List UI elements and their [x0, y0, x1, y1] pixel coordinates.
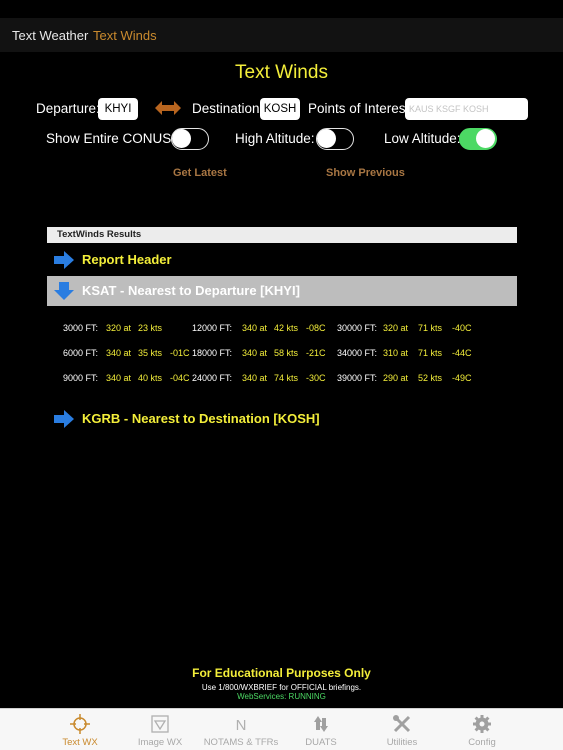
- show-conus-toggle[interactable]: [171, 128, 209, 150]
- show-previous-button[interactable]: Show Previous: [326, 167, 405, 179]
- tab-utilities[interactable]: Utilities: [362, 709, 442, 750]
- report-header-row[interactable]: Report Header: [47, 245, 517, 275]
- tab-label: Config: [468, 737, 496, 748]
- departure-section-label: KSAT - Nearest to Departure [KHYI]: [82, 283, 300, 298]
- wind-direction: 340 at: [106, 373, 132, 383]
- wind-speed: 58 kts: [274, 348, 299, 358]
- wind-altitude: 39000 FT:: [337, 373, 378, 383]
- bottom-tab-bar: Text WX Image WX N NOTAMS & TFRs DUATS U…: [0, 708, 563, 750]
- wind-direction: 320 at: [383, 323, 409, 333]
- high-altitude-toggle[interactable]: [316, 128, 354, 150]
- tab-text-wx[interactable]: Text WX: [40, 709, 120, 750]
- page-title: Text Winds: [235, 62, 328, 83]
- wind-speed: 71 kts: [418, 348, 443, 358]
- tab-duats[interactable]: DUATS: [281, 709, 361, 750]
- wind-temperature: -04C: [170, 373, 190, 383]
- tab-text-winds[interactable]: Text Winds: [93, 28, 157, 43]
- wind-speed: 35 kts: [138, 348, 163, 358]
- top-tab-bar: Text Weather Text Winds: [0, 18, 563, 52]
- wind-direction: 320 at: [106, 323, 132, 333]
- wind-temperature: -21C: [306, 348, 326, 358]
- wind-speed: 71 kts: [418, 323, 443, 333]
- wind-speed: 23 kts: [138, 323, 163, 333]
- wind-direction: 310 at: [383, 348, 409, 358]
- disclaimer-text: Use 1/800/WXBRIEF for OFFICIAL briefings…: [201, 683, 362, 692]
- destination-section-row[interactable]: KGRB - Nearest to Destination [KOSH]: [47, 404, 517, 434]
- wind-altitude: 9000 FT:: [63, 373, 99, 383]
- destination-label: Destination:: [192, 101, 264, 116]
- wind-altitude: 24000 FT:: [192, 373, 233, 383]
- wind-speed: 40 kts: [138, 373, 163, 383]
- wind-direction: 340 at: [242, 348, 268, 358]
- wind-speed: 52 kts: [418, 373, 443, 383]
- poi-input[interactable]: KAUS KSGF KOSH: [405, 98, 528, 120]
- departure-field[interactable]: KHYI: [98, 98, 138, 120]
- swap-arrows-icon[interactable]: [155, 101, 181, 115]
- wind-direction: 340 at: [106, 348, 132, 358]
- wind-altitude: 34000 FT:: [337, 348, 378, 358]
- arrow-right-icon: [54, 251, 74, 269]
- svg-text:N: N: [236, 717, 247, 734]
- wind-temperature: -01C: [170, 348, 190, 358]
- departure-label: Departure:: [36, 101, 100, 116]
- gear-icon: [473, 715, 491, 733]
- wind-altitude: 3000 FT:: [63, 323, 99, 333]
- get-latest-button[interactable]: Get Latest: [173, 167, 227, 179]
- poi-label: Points of Interest:: [308, 101, 414, 116]
- show-conus-label: Show Entire CONUS:: [46, 131, 176, 146]
- tab-label: Text WX: [62, 737, 98, 748]
- notams-icon: N: [236, 717, 247, 734]
- destination-section-label: KGRB - Nearest to Destination [KOSH]: [82, 411, 320, 426]
- tools-icon: [393, 715, 411, 733]
- wind-temperature: -49C: [452, 373, 472, 383]
- tab-label: DUATS: [305, 737, 337, 748]
- wind-altitude: 30000 FT:: [337, 323, 378, 333]
- wind-altitude: 18000 FT:: [192, 348, 233, 358]
- toggle-knob: [172, 129, 191, 148]
- wind-speed: 74 kts: [274, 373, 299, 383]
- tab-image-wx[interactable]: Image WX: [120, 709, 200, 750]
- wind-temperature: -44C: [452, 348, 472, 358]
- high-altitude-label: High Altitude:: [235, 131, 315, 146]
- webservices-status: WebServices: RUNNING: [237, 692, 326, 701]
- arrow-right-icon: [54, 410, 74, 428]
- wind-altitude: 6000 FT:: [63, 348, 99, 358]
- wind-direction: 290 at: [383, 373, 409, 383]
- toggle-knob: [317, 129, 336, 148]
- destination-field[interactable]: KOSH: [260, 98, 300, 120]
- low-altitude-label: Low Altitude:: [384, 131, 461, 146]
- tab-notams[interactable]: N NOTAMS & TFRs: [201, 709, 281, 750]
- wind-direction: 340 at: [242, 373, 268, 383]
- disclaimer-title: For Educational Purposes Only: [192, 666, 371, 680]
- image-wx-icon: [151, 715, 169, 733]
- tab-text-weather[interactable]: Text Weather: [12, 28, 88, 43]
- tab-label: Utilities: [386, 737, 418, 748]
- target-icon: [70, 714, 90, 734]
- tab-label: Image WX: [137, 737, 183, 748]
- toggle-knob: [476, 129, 495, 148]
- wind-temperature: -40C: [452, 323, 472, 333]
- tab-config[interactable]: Config: [442, 709, 522, 750]
- arrow-down-icon: [54, 282, 74, 300]
- wind-temperature: -30C: [306, 373, 326, 383]
- wind-temperature: -08C: [306, 323, 326, 333]
- wind-altitude: 12000 FT:: [192, 323, 233, 333]
- duats-icon: [314, 716, 328, 732]
- departure-section-row[interactable]: KSAT - Nearest to Departure [KHYI]: [47, 276, 517, 306]
- report-header-label: Report Header: [82, 252, 172, 267]
- tab-label: NOTAMS & TFRs: [203, 737, 279, 748]
- wind-direction: 340 at: [242, 323, 268, 333]
- wind-speed: 42 kts: [274, 323, 299, 333]
- results-header: TextWinds Results: [47, 227, 517, 243]
- low-altitude-toggle[interactable]: [459, 128, 497, 150]
